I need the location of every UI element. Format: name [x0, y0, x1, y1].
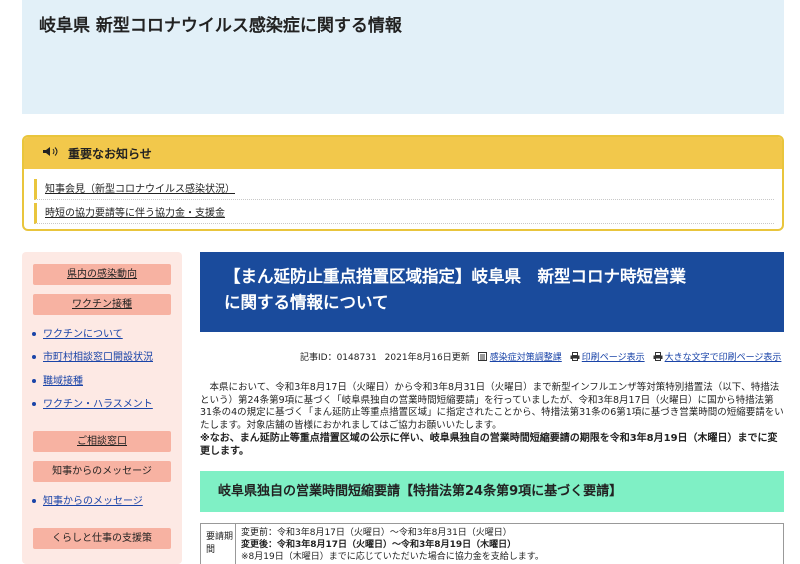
article-body: 本県において、令和3年8月17日（火曜日）から令和3年8月31日（火曜日）まで新…: [200, 382, 784, 458]
notice-item: 時短の協力要請等に伴う協力金・支援金: [34, 203, 774, 224]
sidebar-link-vaccine-about[interactable]: ワクチンについて: [43, 329, 123, 340]
notice-heading-text: 重要なお知らせ: [68, 146, 152, 161]
department-link[interactable]: 感染症対策調整課: [490, 350, 562, 363]
site-title: 岐阜県 新型コロナウイルス感染症に関する情報: [39, 16, 402, 36]
sidebar-link-item: 職域接種: [32, 375, 83, 389]
article-meta: 記事ID：0148731 2021年8月16日更新 感染症対策調整課 印刷ページ…: [300, 350, 781, 363]
bullet-icon: [32, 379, 36, 383]
sidebar-button-life-work-support[interactable]: くらしと仕事の支援策: [33, 528, 171, 549]
sidebar-link-item: 知事からのメッセージ: [32, 495, 143, 509]
sidebar-button-governor-message[interactable]: 知事からのメッセージ: [33, 461, 171, 482]
period-note: ※8月19日（木曜日）までに応じていただいた場合に協力金を支給します。: [241, 552, 544, 562]
print-large-icon: [653, 352, 663, 361]
request-period-table: 要請期間 変更前：令和3年8月17日（火曜日）～令和3年8月31日（火曜日） 変…: [200, 523, 784, 564]
page-title-line2: に関する情報について: [224, 293, 389, 312]
sidebar-link-item: 市町村相談窓口開設状況: [32, 351, 153, 365]
print-icon: [570, 352, 580, 361]
bullet-icon: [32, 332, 36, 336]
article-important-note: ※なお、まん延防止等重点措置区域の公示に伴い、岐阜県独自の営業時間短縮要請の期限…: [200, 433, 778, 457]
speaker-icon: [42, 146, 62, 160]
table-data-cell: 変更前：令和3年8月17日（火曜日）～令和3年8月31日（火曜日） 変更後：令和…: [236, 524, 783, 564]
important-notice-box: 重要なお知らせ 知事会見（新型コロナウイルス感染状況） 時短の協力要請等に伴う協…: [22, 135, 784, 231]
notice-heading: 重要なお知らせ: [24, 137, 782, 169]
notice-link-subsidy[interactable]: 時短の協力要請等に伴う協力金・支援金: [45, 208, 225, 219]
sidebar-link-vaccine-harassment[interactable]: ワクチン・ハラスメント: [43, 399, 153, 410]
sidebar-button-vaccination[interactable]: ワクチン接種: [33, 294, 171, 315]
sidebar: 県内の感染動向 ワクチン接種 ワクチンについて 市町村相談窓口開設状況 職域接種…: [22, 252, 182, 564]
article-id: 記事ID：0148731: [300, 353, 377, 363]
bullet-icon: [32, 499, 36, 503]
sidebar-button-consultation[interactable]: ご相談窓口: [33, 431, 171, 452]
article-date: 2021年8月16日更新: [384, 353, 470, 363]
print-page-link[interactable]: 印刷ページ表示: [582, 350, 645, 363]
site-header: 岐阜県 新型コロナウイルス感染症に関する情報: [22, 0, 784, 114]
section-heading: 岐阜県独自の営業時間短縮要請【特措法第24条第9項に基づく要請】: [200, 471, 784, 512]
bullet-icon: [32, 402, 36, 406]
sidebar-link-item: ワクチン・ハラスメント: [32, 398, 153, 412]
period-before: 変更前：令和3年8月17日（火曜日）～令和3年8月31日（火曜日）: [241, 528, 512, 538]
article-paragraph: 本県において、令和3年8月17日（火曜日）から令和3年8月31日（火曜日）まで新…: [200, 382, 784, 431]
notice-link-press-conference[interactable]: 知事会見（新型コロナウイルス感染状況）: [45, 184, 235, 195]
page-title-line1: 【まん延防止重点措置区域指定】岐阜県 新型コロナ時短営業: [224, 267, 686, 286]
sidebar-link-governor-message[interactable]: 知事からのメッセージ: [43, 496, 143, 507]
period-after: 変更後：令和3年8月17日（火曜日）～令和3年8月19日（木曜日）: [241, 540, 517, 550]
sidebar-button-infection-trend[interactable]: 県内の感染動向: [33, 264, 171, 285]
print-large-text-link[interactable]: 大きな文字で印刷ページ表示: [665, 350, 782, 363]
sidebar-link-consultation-desks[interactable]: 市町村相談窓口開設状況: [43, 352, 153, 363]
bullet-icon: [32, 355, 36, 359]
sidebar-link-item: ワクチンについて: [32, 328, 123, 342]
sidebar-link-workplace-vaccination[interactable]: 職域接種: [43, 376, 83, 387]
notice-item: 知事会見（新型コロナウイルス感染状況）: [34, 179, 774, 200]
table-header-cell: 要請期間: [201, 524, 236, 564]
department-icon: [477, 352, 488, 361]
page-title: 【まん延防止重点措置区域指定】岐阜県 新型コロナ時短営業 に関する情報について: [200, 252, 784, 332]
